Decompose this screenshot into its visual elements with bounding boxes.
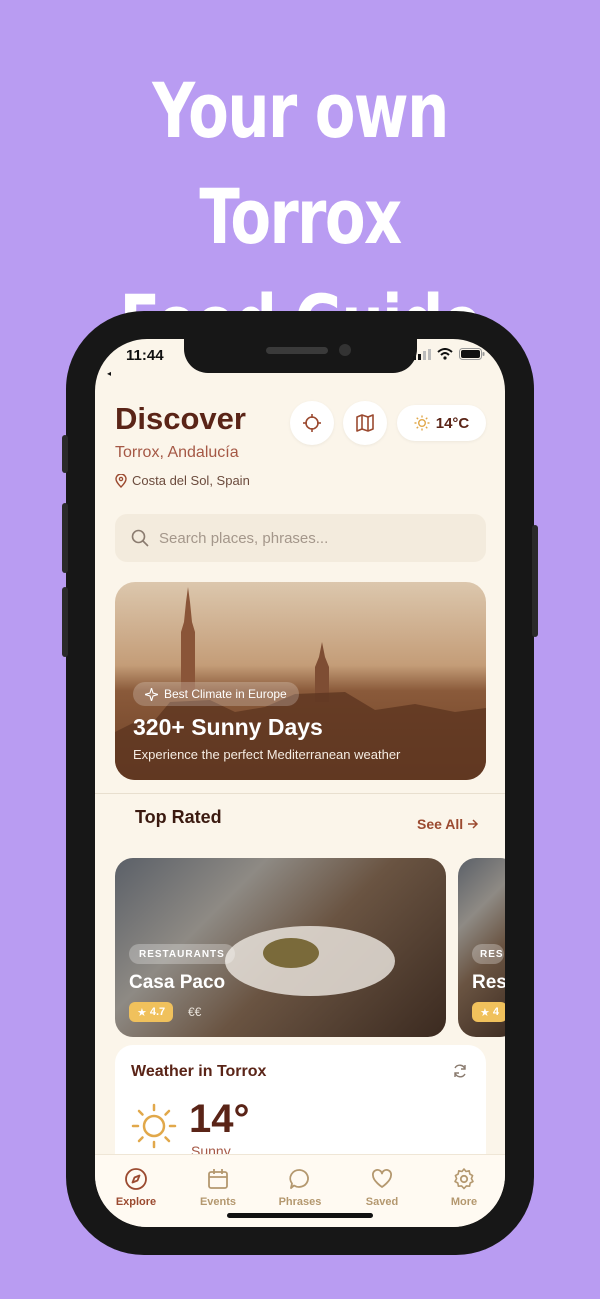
town-subtitle: Torrox, Andalucía [115,444,239,461]
status-time: 11:44 [126,347,164,364]
locate-button[interactable] [290,401,334,445]
card-name: Res [472,972,505,993]
weather-temperature: 14° [189,1097,250,1141]
location-text: Costa del Sol, Spain [132,473,250,488]
home-indicator [227,1213,373,1218]
tab-label: Saved [365,1196,399,1208]
card-rating: ★ 4 [472,1002,505,1022]
tab-label: Explore [115,1196,157,1208]
refresh-icon[interactable] [452,1063,468,1079]
arrow-right-icon [468,819,479,829]
hero-badge-label: Best Climate in Europe [164,687,287,701]
search-bar[interactable] [115,514,486,562]
weather-card-title: Weather in Torrox [131,1063,267,1080]
tab-more[interactable]: More [423,1167,505,1208]
map-icon [356,414,374,432]
card-rating-value: 4.7 [149,1006,166,1018]
front-camera [339,344,351,356]
speaker [266,347,328,354]
see-all-link[interactable]: See All [417,816,479,832]
tab-events[interactable]: Events [177,1167,259,1208]
star-icon: ★ [480,1006,490,1019]
location-line: Costa del Sol, Spain [115,473,250,488]
silent-switch [62,435,68,473]
gear-icon [454,1168,474,1190]
map-pin-icon [115,473,127,488]
signal-icon [413,348,431,360]
wifi-icon [437,348,453,360]
chat-bubble-icon [289,1169,309,1189]
volume-down-button [62,587,68,657]
heart-icon [372,1169,392,1188]
see-all-label: See All [417,816,464,832]
status-icons [413,348,485,360]
star-icon: ★ [137,1006,147,1019]
search-input[interactable] [159,529,459,547]
top-rated-title: Top Rated [135,807,222,827]
back-to-app-icon[interactable]: ◂ [107,369,111,378]
card-rating: ★ 4.7 [129,1002,174,1022]
hero-banner[interactable]: Best Climate in Europe 320+ Sunny Days E… [115,582,486,780]
search-icon [131,529,149,547]
crosshair-icon [303,414,321,432]
compass-icon [125,1168,147,1190]
app-screen: 11:44 ◂ Discover Torrox, Andalucía Costa… [95,339,505,1227]
place-card[interactable]: RES Res ★ 4 [458,858,505,1037]
card-rating-value: 4 [492,1006,499,1018]
card-name: Casa Paco [129,972,226,993]
hero-badge: Best Climate in Europe [133,682,299,706]
tab-saved[interactable]: Saved [341,1167,423,1208]
page-title: Discover [115,401,246,436]
card-category: RES [472,944,504,964]
card-photo-food [263,938,319,968]
hero-text: Experience the perfect Mediterranean wea… [133,747,401,762]
notch [184,339,417,373]
sparkle-icon [145,687,158,701]
battery-icon [459,348,485,360]
sun-icon [414,415,430,431]
tab-label: More [450,1196,478,1208]
card-category: RESTAURANTS [129,944,235,964]
tab-phrases[interactable]: Phrases [259,1167,341,1208]
weather-sun-icon [131,1103,177,1149]
header-temperature: 14°C [435,414,470,432]
weather-pill[interactable]: 14°C [397,405,486,441]
power-button [532,525,538,637]
section-divider [95,793,505,794]
tab-label: Events [199,1196,237,1208]
hero-title: 320+ Sunny Days [133,714,323,740]
tab-label: Phrases [278,1196,322,1208]
card-price: €€ [188,1005,202,1019]
calendar-icon [208,1169,228,1189]
map-button[interactable] [343,401,387,445]
place-card[interactable]: RESTAURANTS Casa Paco ★ 4.7 €€ [115,858,446,1037]
tab-explore[interactable]: Explore [95,1167,177,1208]
promo-line-1: Your own Torrox [152,66,449,261]
volume-up-button [62,503,68,573]
phone-frame: 11:44 ◂ Discover Torrox, Andalucía Costa… [62,311,538,1255]
